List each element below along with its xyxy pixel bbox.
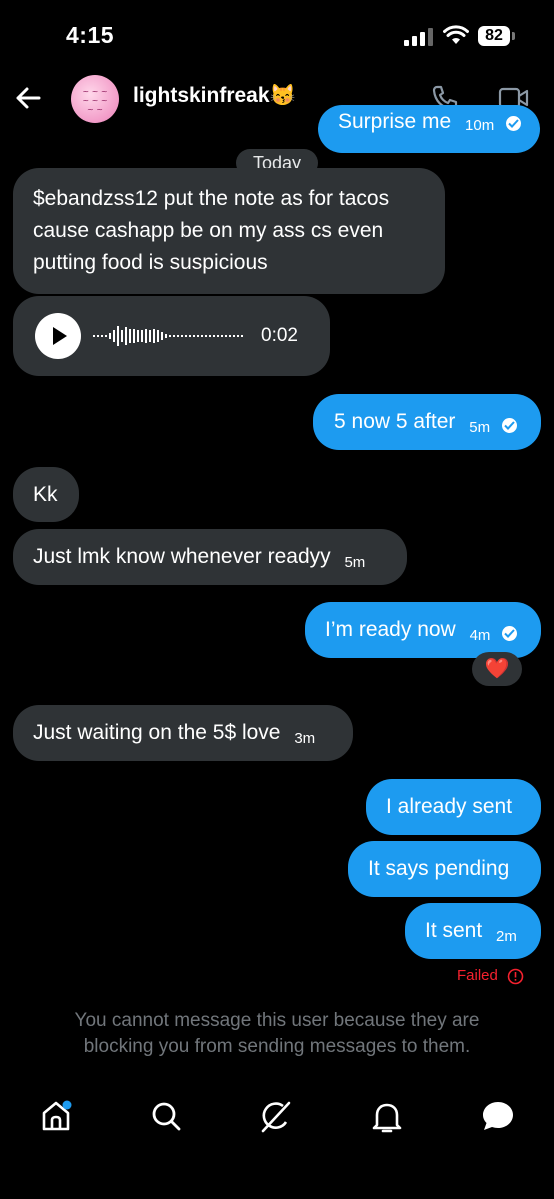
- wifi-icon: [443, 25, 469, 44]
- heart-reaction[interactable]: ❤️: [472, 652, 522, 686]
- message-time: 5m: [344, 554, 366, 571]
- conversation-username[interactable]: lightskinfreak😽: [133, 84, 296, 108]
- message-time: 3m: [294, 730, 316, 747]
- avatar-logo-art: ~ ~ ~ ~ ~ ~ ~ ~: [82, 87, 108, 114]
- battery-nub: [512, 32, 515, 40]
- failed-status: Failed: [457, 967, 498, 984]
- message-text: Just waiting on the 5$ love: [33, 721, 281, 744]
- message-time: 10m: [465, 117, 495, 134]
- status-time: 4:15: [66, 22, 115, 48]
- message-bubble-incoming[interactable]: Just waiting on the 5$ love 3m: [13, 705, 353, 761]
- reaction-emoji: ❤️: [484, 658, 510, 680]
- message-bubble-incoming[interactable]: Kk: [13, 467, 79, 522]
- message-text: Surprise me: [338, 110, 452, 133]
- message-text: 5 now 5 after: [334, 410, 456, 433]
- error-info-icon[interactable]: [507, 968, 524, 985]
- voice-message-bubble[interactable]: 0:02: [13, 296, 330, 376]
- audio-waveform: [93, 326, 243, 346]
- avatar[interactable]: ~ ~ ~ ~ ~ ~ ~ ~: [71, 75, 119, 123]
- grok-icon[interactable]: [259, 1100, 293, 1134]
- message-time: 4m: [469, 627, 491, 644]
- message-time: 5m: [469, 419, 491, 436]
- search-icon[interactable]: [150, 1100, 182, 1132]
- play-button[interactable]: [35, 313, 81, 359]
- voice-duration: 0:02: [261, 325, 298, 346]
- message-bubble-incoming[interactable]: $ebandzss12 put the note as for tacos ca…: [13, 168, 445, 294]
- message-text: It says pending: [368, 857, 510, 880]
- message-bubble-outgoing[interactable]: I already sent: [366, 779, 541, 835]
- message-text: I’m ready now: [325, 618, 456, 641]
- notifications-icon[interactable]: [371, 1100, 403, 1134]
- message-bubble-outgoing[interactable]: 5 now 5 after 5m: [313, 394, 541, 450]
- message-bubble-partial[interactable]: Surprise me 10m: [318, 105, 540, 153]
- read-check-icon: [501, 418, 517, 433]
- message-bubble-outgoing[interactable]: I’m ready now 4m: [305, 602, 541, 658]
- messages-icon[interactable]: [481, 1100, 515, 1132]
- home-icon[interactable]: [40, 1100, 74, 1132]
- read-check-icon: [506, 116, 522, 131]
- message-bubble-outgoing[interactable]: It says pending: [348, 841, 541, 897]
- message-text: It sent: [425, 919, 483, 942]
- message-text: I already sent: [386, 795, 513, 818]
- back-arrow-icon[interactable]: [14, 84, 42, 112]
- play-icon: [53, 327, 67, 345]
- blocked-notice: You cannot message this user because the…: [74, 1010, 480, 1057]
- cellular-signal-icon: [404, 28, 433, 46]
- message-text: $ebandzss12 put the note as for tacos ca…: [33, 187, 390, 274]
- read-check-icon: [502, 626, 518, 641]
- message-bubble-incoming[interactable]: Just lmk know whenever readyy 5m: [13, 529, 407, 585]
- message-text: Kk: [33, 483, 58, 506]
- message-time: 2m: [496, 928, 517, 945]
- message-bubble-outgoing[interactable]: It sent 2m: [405, 903, 541, 959]
- message-text: Just lmk know whenever readyy: [33, 545, 331, 568]
- battery-indicator: 82: [478, 26, 510, 46]
